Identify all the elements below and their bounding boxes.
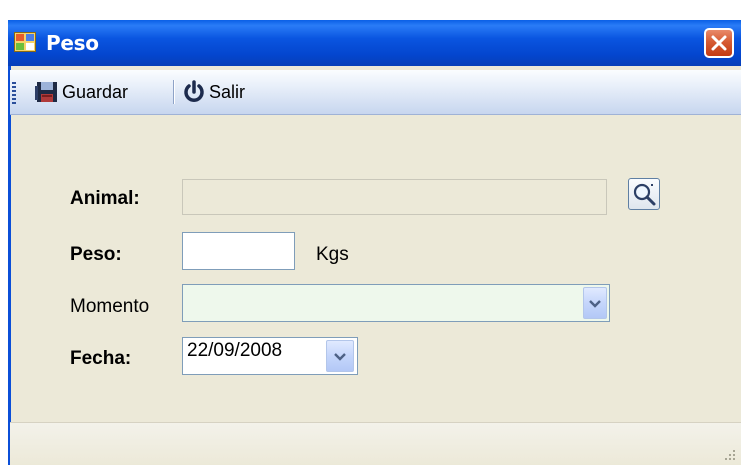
peso-label: Peso: <box>70 244 122 265</box>
power-icon <box>184 80 204 102</box>
peso-unit-label: Kgs <box>316 244 349 265</box>
magnifier-icon <box>633 183 656 206</box>
fecha-dropdown-button[interactable] <box>326 340 354 372</box>
save-button[interactable]: Guardar <box>34 79 128 105</box>
chevron-down-icon <box>589 300 601 308</box>
fecha-date-picker[interactable]: 22/09/2008 <box>182 337 358 375</box>
resize-grip-icon[interactable] <box>723 448 737 462</box>
exit-button-label: Salir <box>209 81 246 102</box>
app-form-icon <box>14 32 36 52</box>
toolbar-grip[interactable] <box>12 82 16 104</box>
animal-label: Animal: <box>70 188 140 209</box>
close-icon <box>711 35 727 51</box>
window-border <box>8 66 11 465</box>
momento-label: Momento <box>70 296 150 317</box>
momento-select[interactable] <box>182 284 610 322</box>
chevron-down-icon <box>334 353 346 361</box>
save-button-label: Guardar <box>62 81 129 102</box>
fecha-value: 22/09/2008 <box>187 340 283 361</box>
animal-lookup-button[interactable] <box>628 178 660 210</box>
fecha-label: Fecha: <box>70 348 132 369</box>
toolbar: Guardar Salir <box>10 70 741 115</box>
peso-window: Peso Guardar Salir Animal: Peso: Kgs Mom… <box>8 20 741 465</box>
floppy-disk-icon <box>35 82 57 102</box>
status-bar <box>10 422 741 465</box>
title-bar[interactable]: Peso <box>8 20 741 66</box>
toolbar-separator <box>173 80 174 104</box>
exit-button[interactable]: Salir <box>181 79 245 105</box>
close-button[interactable] <box>704 28 734 58</box>
window-title: Peso <box>46 31 99 55</box>
momento-dropdown-button[interactable] <box>583 287 607 319</box>
animal-field[interactable] <box>182 179 607 215</box>
peso-field[interactable] <box>182 232 295 270</box>
